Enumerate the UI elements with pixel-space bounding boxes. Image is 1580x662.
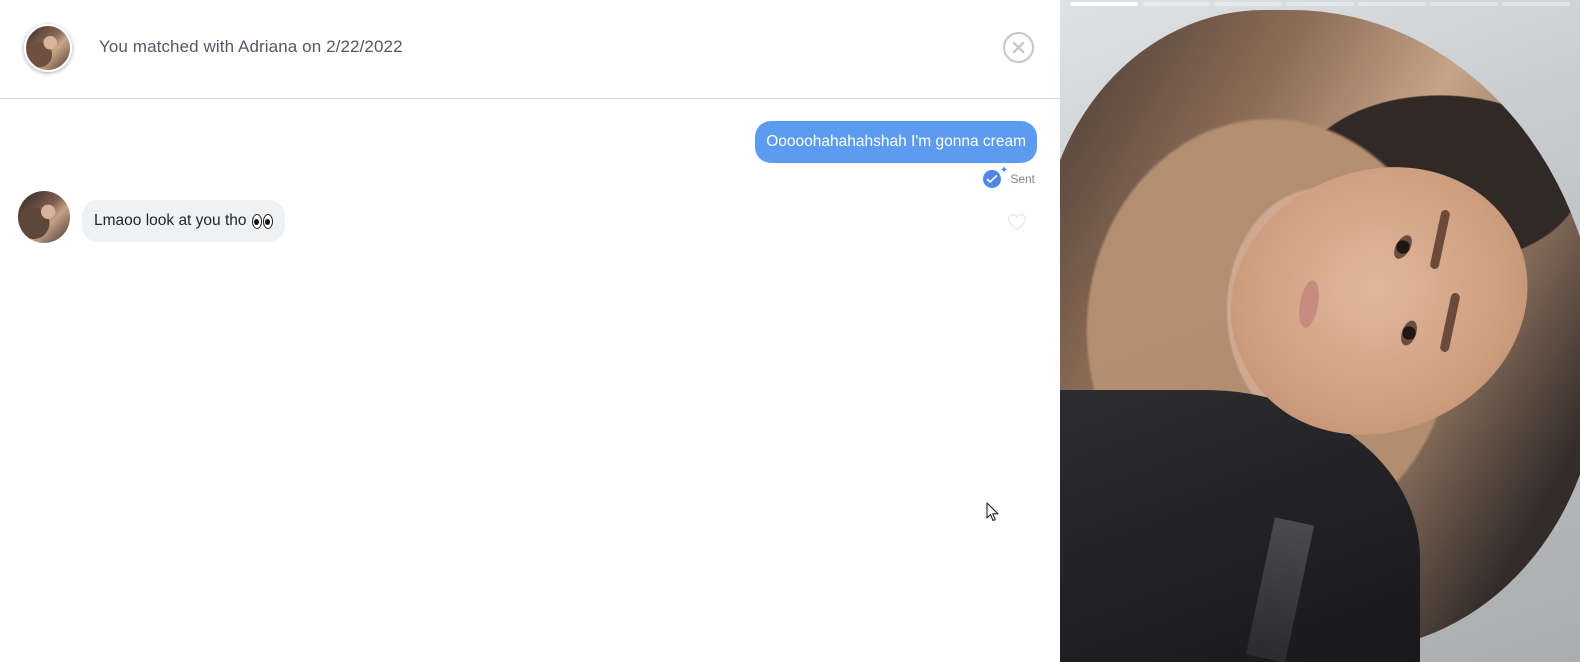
seen-check-icon: ✦ bbox=[983, 166, 1008, 188]
message-status: ✦ Sent bbox=[983, 166, 1035, 188]
eye-right bbox=[262, 213, 273, 229]
received-message-text: Lmaoo look at you tho bbox=[94, 212, 247, 229]
received-message-bubble[interactable]: Lmaoo look at you tho bbox=[82, 200, 285, 242]
sent-status-label: Sent bbox=[1010, 172, 1035, 186]
photo-progress-bar[interactable] bbox=[1502, 2, 1570, 6]
close-button[interactable] bbox=[1003, 32, 1034, 63]
close-icon bbox=[1012, 41, 1025, 54]
sent-message-bubble[interactable]: Ooooohahahahshah I'm gonna cream bbox=[755, 121, 1037, 163]
received-message-avatar[interactable] bbox=[18, 191, 70, 243]
heart-icon[interactable] bbox=[1007, 213, 1027, 231]
chat-pane: You matched with Adriana on 2/22/2022 Oo… bbox=[0, 0, 1060, 662]
app-window: You matched with Adriana on 2/22/2022 Oo… bbox=[0, 0, 1580, 662]
photo-progress-bar[interactable] bbox=[1358, 2, 1426, 6]
mouse-cursor-icon bbox=[986, 502, 999, 522]
photo-progress-bar[interactable] bbox=[1142, 2, 1210, 6]
eyes-emoji-icon bbox=[251, 213, 273, 229]
profile-photo-pane[interactable] bbox=[1060, 0, 1580, 662]
photo-progress-bar[interactable] bbox=[1430, 2, 1498, 6]
photo-progress-bar[interactable] bbox=[1286, 2, 1354, 6]
photo-progress-bars bbox=[1070, 2, 1570, 6]
photo-progress-bar[interactable] bbox=[1214, 2, 1282, 6]
match-avatar[interactable] bbox=[24, 24, 72, 72]
chat-header: You matched with Adriana on 2/22/2022 bbox=[0, 0, 1060, 99]
match-info-text: You matched with Adriana on 2/22/2022 bbox=[99, 37, 403, 56]
eye-left bbox=[251, 213, 262, 229]
photo-progress-bar[interactable] bbox=[1070, 2, 1138, 6]
sparkle-icon: ✦ bbox=[999, 165, 1009, 176]
